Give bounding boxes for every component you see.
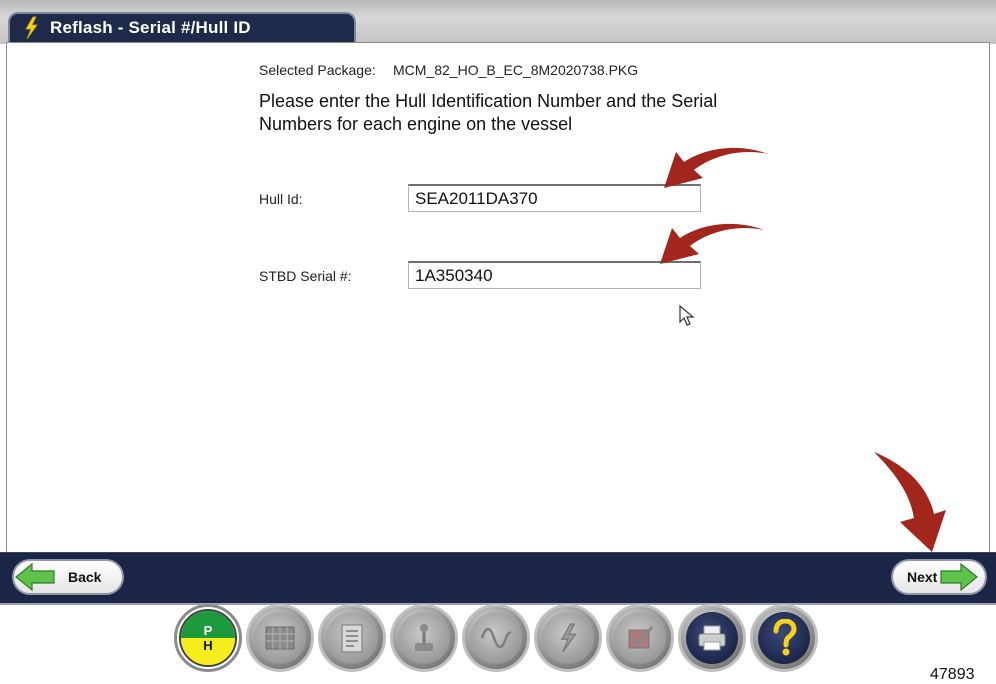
- reflash-button[interactable]: [534, 604, 602, 672]
- module-map-button[interactable]: [246, 604, 314, 672]
- controls-button[interactable]: [390, 604, 458, 672]
- figure-number: 47893: [930, 666, 975, 683]
- instructions-text: Please enter the Hull Identification Num…: [259, 91, 718, 134]
- main-content: Selected Package: MCM_82_HO_B_EC_8M20207…: [0, 0, 996, 552]
- ph-top-letter: P: [181, 611, 235, 638]
- callout-arrow-icon: [874, 452, 946, 552]
- hull-id-label: Hull Id:: [259, 191, 303, 207]
- data-list-button[interactable]: [318, 604, 386, 672]
- selected-package-label: Selected Package:: [259, 62, 376, 78]
- mouse-cursor-icon: [679, 305, 695, 326]
- help-button[interactable]: [750, 604, 818, 672]
- question-mark-icon: [773, 619, 797, 656]
- grid-map-icon: [265, 626, 295, 650]
- graph-button[interactable]: [462, 604, 530, 672]
- printer-icon: [698, 625, 726, 651]
- callout-arrow-icon: [664, 147, 768, 188]
- callout-arrow-icon: [660, 223, 764, 264]
- waveform-icon: [480, 627, 512, 649]
- bottom-toolbar: P H: [174, 604, 818, 680]
- back-label: Back: [68, 569, 102, 585]
- next-button[interactable]: Next: [891, 559, 987, 595]
- next-label: Next: [907, 569, 938, 585]
- ph-bottom-letter: H: [181, 638, 235, 665]
- propulsion-helm-button[interactable]: P H: [174, 604, 242, 672]
- selected-package-value: MCM_82_HO_B_EC_8M2020738.PKG: [393, 62, 639, 78]
- joystick-icon: [415, 624, 433, 651]
- back-arrow-icon: [15, 562, 55, 592]
- stbd-serial-label: STBD Serial #:: [259, 268, 352, 284]
- navigation-bar: Back Next: [0, 552, 996, 605]
- back-button[interactable]: Back: [12, 559, 124, 595]
- checklist-button[interactable]: [606, 604, 674, 672]
- checkbox-icon: [628, 626, 654, 649]
- next-arrow-icon: [940, 562, 979, 592]
- print-button[interactable]: [678, 604, 746, 672]
- clipboard-icon: [341, 624, 363, 653]
- lightning-icon: [560, 623, 577, 653]
